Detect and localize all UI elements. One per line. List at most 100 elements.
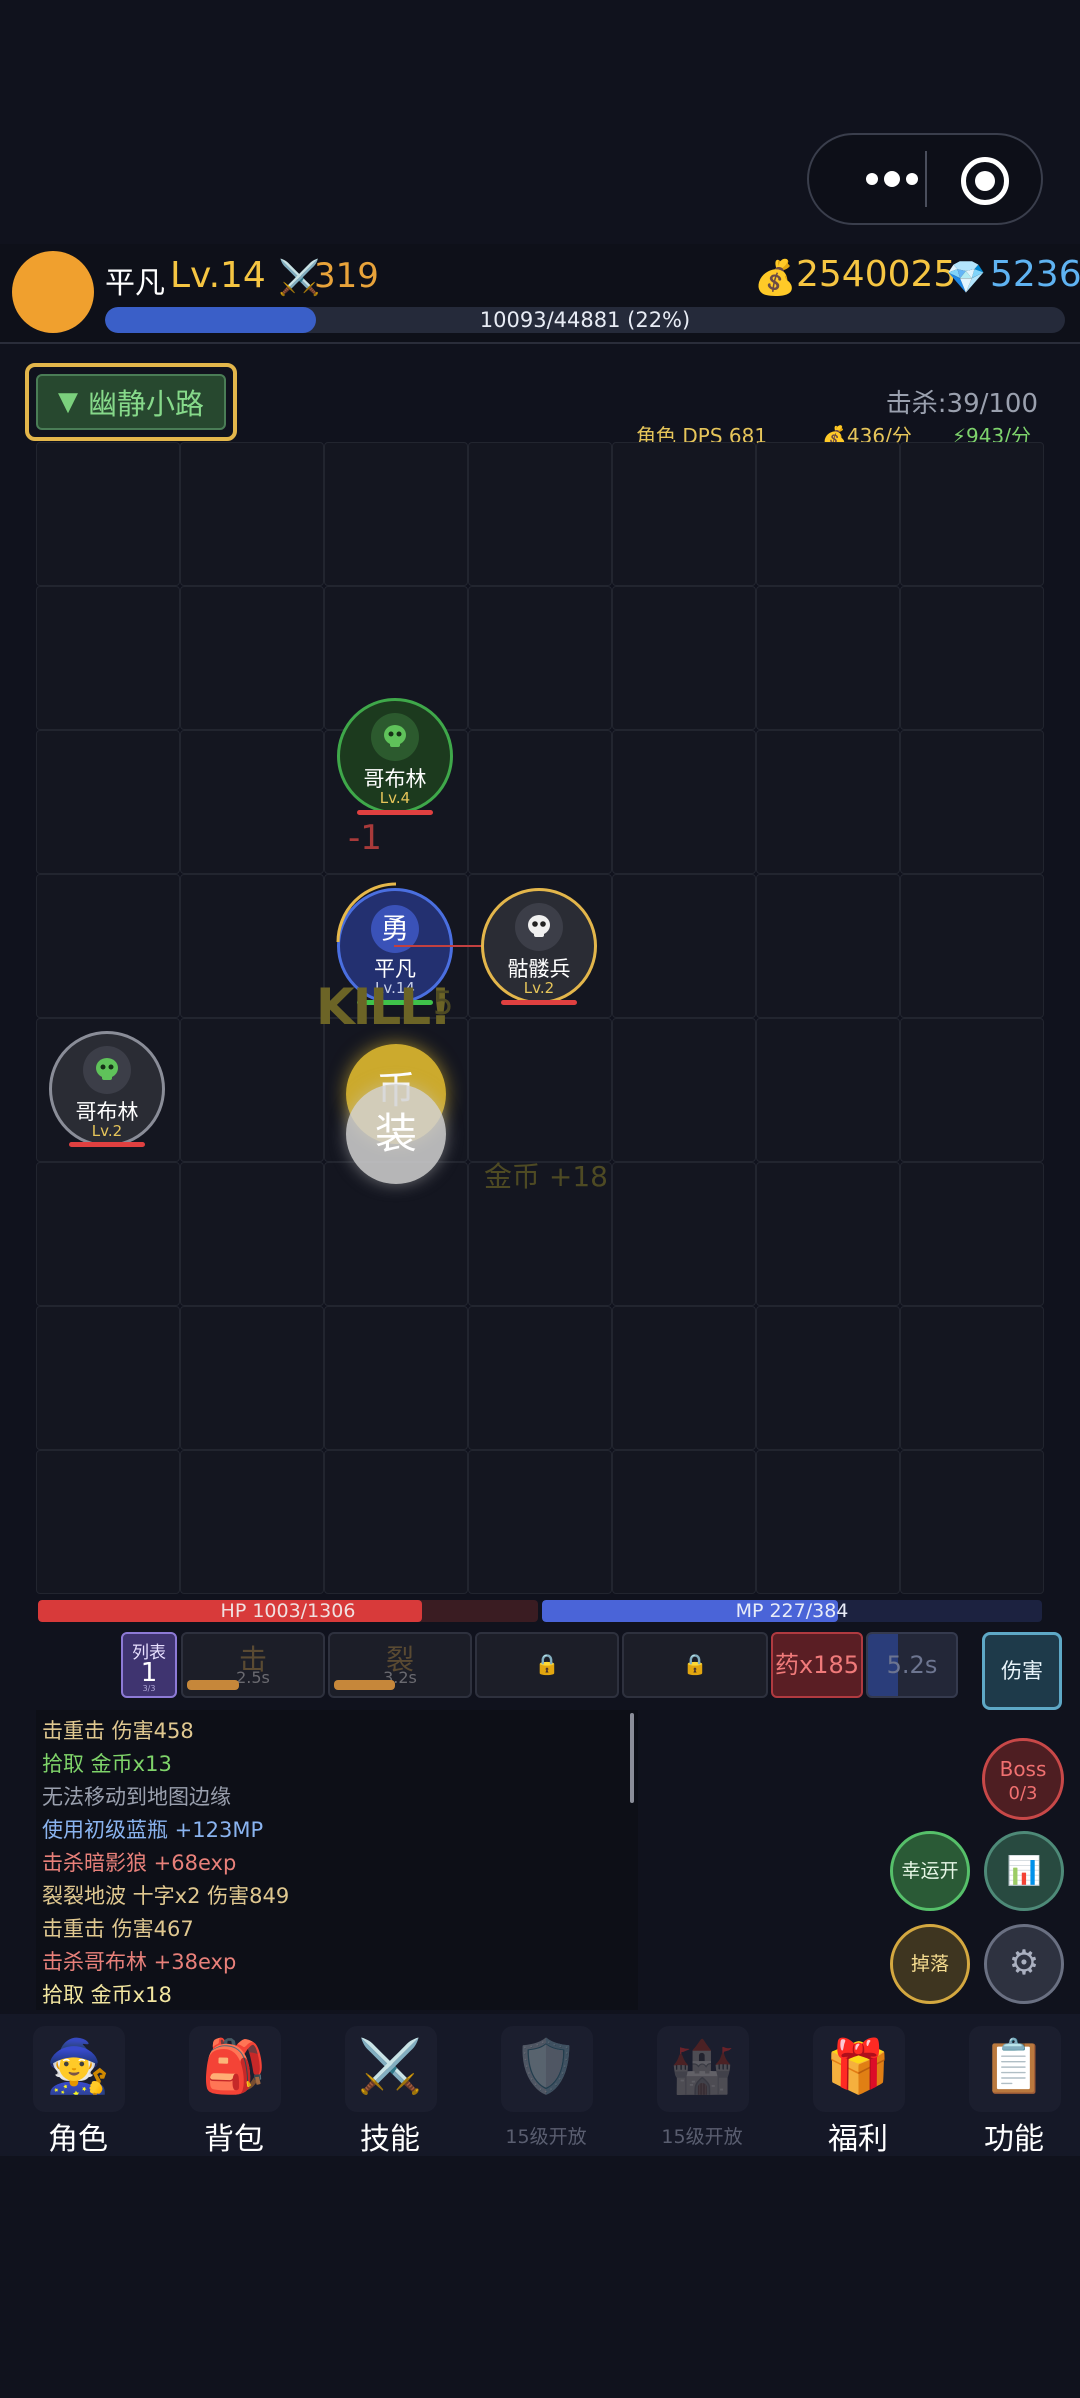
grid-cell[interactable] [468, 586, 612, 730]
grid-cell[interactable] [36, 874, 180, 1018]
grid-cell[interactable] [756, 1162, 900, 1306]
enemy-skeleton[interactable]: 骷髅兵 Lv.2 [481, 888, 597, 1004]
grid-cell[interactable] [324, 1306, 468, 1450]
skill-slot-locked[interactable]: 🔒 [475, 1632, 619, 1698]
grid-cell[interactable] [180, 1306, 324, 1450]
grid-cell[interactable] [612, 874, 756, 1018]
potion-button[interactable]: 药x185 [771, 1632, 863, 1698]
grid-cell[interactable] [900, 730, 1044, 874]
grid-cell[interactable] [612, 1162, 756, 1306]
skill-list-small: 3/3 [142, 1684, 156, 1693]
grid-cell[interactable] [900, 1162, 1044, 1306]
grid-cell[interactable] [900, 586, 1044, 730]
grid-cell[interactable] [612, 442, 756, 586]
battle-log[interactable]: 击重击 伤害458 拾取 金币x13 无法移动到地图边缘 使用初级蓝瓶 +123MP 击… [36, 1710, 638, 2010]
grid-cell[interactable] [900, 1018, 1044, 1162]
enemy-hp-bar [69, 1142, 145, 1147]
map-name: 幽静小路 [87, 387, 204, 421]
damage-button[interactable]: 伤害 [982, 1632, 1062, 1710]
grid-cell[interactable] [36, 1450, 180, 1594]
grid-cell[interactable] [468, 730, 612, 874]
grid-cell[interactable] [756, 442, 900, 586]
grid-cell[interactable] [180, 442, 324, 586]
nav-item[interactable]: 🧙 角色 [13, 2022, 143, 2157]
grid-cell[interactable] [900, 442, 1044, 586]
grid-cell[interactable] [756, 586, 900, 730]
grid-cell[interactable] [180, 1018, 324, 1162]
grid-cell[interactable] [324, 1450, 468, 1594]
grid-cell[interactable] [468, 1018, 612, 1162]
grid-cell[interactable] [36, 1162, 180, 1306]
skill-slot-split[interactable]: 裂 3.2s [328, 1632, 472, 1698]
lock-icon: 🔒 [534, 1652, 560, 1676]
skill-slot-strike[interactable]: 击 2.5s [181, 1632, 325, 1698]
miniprogram-capsule [807, 133, 1043, 225]
skill-slot-locked[interactable]: 🔒 [622, 1632, 768, 1698]
grid-cell[interactable] [756, 730, 900, 874]
grid-cell[interactable] [612, 730, 756, 874]
lucky-open-button[interactable]: 幸运开 [890, 1831, 970, 1911]
nav-item[interactable]: ⚔️ 技能 [325, 2022, 455, 2157]
grid-cell[interactable] [756, 1018, 900, 1162]
skill-list-button[interactable]: 列表 1 3/3 [121, 1632, 177, 1698]
map-selector[interactable]: ▼ 幽静小路 [25, 363, 237, 441]
settings-button[interactable]: ⚙ [984, 1924, 1064, 2004]
grid-cell[interactable] [900, 1306, 1044, 1450]
equipment-drop[interactable]: 装 [346, 1084, 446, 1184]
grid-cell[interactable] [36, 730, 180, 874]
stats-button[interactable]: 📊 [984, 1831, 1064, 1911]
avatar[interactable] [12, 251, 94, 333]
hp-bar: HP 1003/1306 [38, 1600, 538, 1622]
grid-cell[interactable] [612, 586, 756, 730]
close-miniprogram-icon[interactable] [961, 157, 1009, 205]
player-level: Lv.14 [170, 255, 266, 296]
nav-item[interactable]: 🏰 15级开放 [637, 2022, 767, 2152]
boss-button[interactable]: Boss 0/3 [982, 1738, 1064, 1820]
grid-cell[interactable] [468, 1306, 612, 1450]
grid-cell[interactable] [612, 1450, 756, 1594]
drops-label: 掉落 [910, 1953, 949, 1975]
grid-cell[interactable] [468, 1450, 612, 1594]
grid-cell[interactable] [900, 874, 1044, 1018]
grid-cell[interactable] [36, 586, 180, 730]
grid-cell[interactable] [612, 1306, 756, 1450]
more-menu-button[interactable] [837, 161, 947, 197]
log-scrollbar[interactable] [630, 1713, 634, 1803]
grid-cell[interactable] [468, 442, 612, 586]
nav-label: 功能 [984, 2122, 1044, 2157]
grid-cell[interactable] [324, 442, 468, 586]
damage-float-text: -1 [348, 818, 382, 858]
kill-float-number: 5 [433, 984, 454, 1022]
grid-cell[interactable] [180, 874, 324, 1018]
grid-cell[interactable] [756, 1306, 900, 1450]
hp-text: HP 1003/1306 [220, 1600, 356, 1622]
battle-grid[interactable] [36, 442, 1044, 1594]
cooldown-text: 5.2s [886, 1651, 938, 1679]
lock-icon: 🔒 [682, 1652, 708, 1676]
nav-item[interactable]: 🎒 背包 [169, 2022, 299, 2157]
grid-cell[interactable] [900, 1450, 1044, 1594]
nav-item[interactable]: 🎁 福利 [793, 2022, 923, 2157]
log-line: 击杀暗影狼 +68exp [42, 1851, 237, 1875]
grid-cell[interactable] [612, 1018, 756, 1162]
enemy-goblin[interactable]: 哥布林 Lv.4 [337, 698, 453, 814]
grid-cell[interactable] [36, 442, 180, 586]
nav-item[interactable]: 📋 功能 [949, 2022, 1079, 2157]
grid-cell[interactable] [756, 874, 900, 1018]
grid-cell[interactable] [756, 1450, 900, 1594]
gear-icon: ⚙ [1008, 1943, 1040, 1983]
nav-item[interactable]: 🛡️ 15级开放 [481, 2022, 611, 2152]
log-line: 无法移动到地图边缘 [42, 1785, 231, 1809]
log-line: 拾取 金币x18 [42, 1983, 172, 2007]
enemy-goblin[interactable]: 哥布林 Lv.2 [49, 1031, 165, 1147]
grid-cell[interactable] [180, 586, 324, 730]
nav-icon: 📋 [981, 2037, 1047, 2097]
unit-level: Lv.2 [523, 979, 555, 997]
grid-cell[interactable] [180, 1162, 324, 1306]
drops-button[interactable]: 掉落 [890, 1924, 970, 2004]
goblin-skull-icon [83, 1046, 131, 1094]
grid-cell[interactable] [36, 1306, 180, 1450]
grid-cell[interactable] [180, 1450, 324, 1594]
log-line: 击重击 伤害458 [42, 1719, 194, 1743]
grid-cell[interactable] [180, 730, 324, 874]
